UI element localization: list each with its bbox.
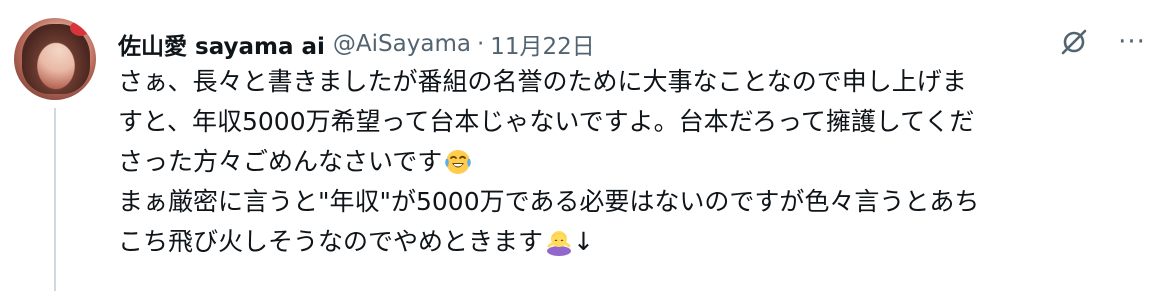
thread-line — [54, 108, 56, 291]
tweet-line-2-text: すと、年収5000万希望って台本じゃないですよ。台本だろって擁護してくだ — [118, 107, 975, 136]
profile-photo — [14, 18, 96, 100]
tweet-line-5-text: こち飛び火しそうなのでやめときます — [118, 227, 544, 256]
user-handle[interactable]: @AiSayama — [333, 31, 471, 57]
tweet-line-2: すと、年収5000万希望って台本じゃないですよ。台本だろって擁護してくだ — [118, 102, 1158, 142]
display-name[interactable]: 佐山愛 sayama ai — [118, 27, 325, 61]
tweet-line-5: こち飛び火しそうなのでやめときます ↓ — [118, 222, 1158, 262]
tweet-line-3: さった方々ごめんなさいです — [118, 142, 1158, 182]
tweet-line-1-text: さぁ、長々と書きましたが番組の名誉のために大事なことなので申し上げま — [118, 67, 967, 96]
person-bowing-icon — [547, 231, 572, 256]
tweet-text: さぁ、長々と書きましたが番組の名誉のために大事なことなので申し上げま すと、年収… — [118, 62, 1158, 262]
tweet-actions: ··· — [1054, 22, 1152, 62]
down-arrow-glyph: ↓ — [573, 227, 594, 256]
tweet-line-4: まぁ厳密に言うと"年収"が5000万である必要はないのですが色々言うとあち — [118, 182, 1158, 222]
separator: · — [476, 31, 485, 57]
tweet-date[interactable]: 11月22日 — [490, 27, 595, 61]
tweet-line-3-text: さった方々ごめんなさいです — [118, 147, 443, 176]
grok-icon[interactable] — [1054, 22, 1094, 62]
tweet-header: 佐山愛 sayama ai @AiSayama · 11月22日 — [118, 24, 595, 64]
tweet-line-1: さぁ、長々と書きましたが番組の名誉のために大事なことなので申し上げま — [118, 62, 1158, 102]
tweet-card[interactable]: 佐山愛 sayama ai @AiSayama · 11月22日 ··· さぁ、… — [0, 0, 1172, 291]
grok-icon-graphic — [1061, 29, 1087, 55]
face-with-tears-of-joy-icon — [445, 150, 472, 174]
avatar[interactable] — [14, 18, 96, 100]
more-icon[interactable]: ··· — [1112, 22, 1152, 62]
tweet-line-4-text: まぁ厳密に言うと"年収"が5000万である必要はないのですが色々言うとあち — [118, 187, 980, 216]
